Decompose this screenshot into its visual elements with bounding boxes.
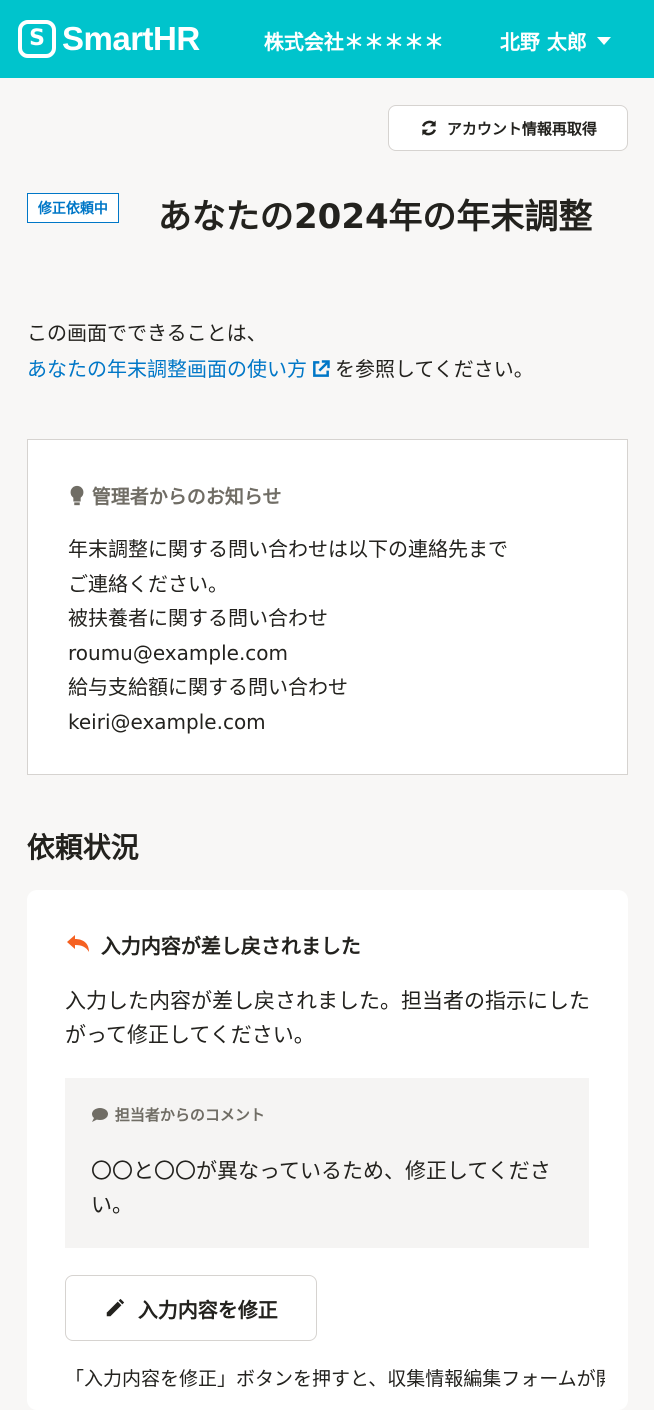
help-link[interactable]: あなたの年末調整画面の使い方 bbox=[27, 357, 307, 381]
user-menu[interactable]: 北野 太郎 bbox=[500, 26, 611, 55]
admin-notice-panel: 管理者からのお知らせ 年末調整に関する問い合わせは以下の連絡先まで ご連絡くださ… bbox=[27, 439, 628, 775]
manager-comment-box: 担当者からのコメント 〇〇と〇〇が異なっているため、修正してください。 bbox=[65, 1078, 589, 1248]
comment-heading: 担当者からのコメント bbox=[91, 1104, 265, 1125]
notice-email: roumu@example.com bbox=[68, 640, 289, 665]
card-heading-label: 入力内容が差し戻されました bbox=[101, 934, 361, 958]
refresh-account-button[interactable]: アカウント情報再取得 bbox=[388, 105, 628, 151]
intro-after-link: を参照してください。 bbox=[335, 357, 534, 381]
smarthr-logo[interactable]: S SmartHR bbox=[18, 20, 200, 58]
notice-line: ご連絡ください。 bbox=[68, 571, 228, 596]
notice-email: keiri@example.com bbox=[68, 709, 266, 734]
notice-line: 被扶養者に関する問い合わせ bbox=[68, 606, 328, 630]
refresh-label: アカウント情報再取得 bbox=[446, 119, 597, 138]
comment-text: 〇〇と〇〇が異なっているため、修正してください。 bbox=[91, 1159, 551, 1217]
card-description: 入力した内容が差し戻されました。担当者の指示にしたがって修正してください。 bbox=[65, 989, 590, 1047]
notice-heading: 管理者からのお知らせ bbox=[68, 482, 282, 509]
user-name: 北野 太郎 bbox=[500, 30, 587, 54]
request-status-card: 入力内容が差し戻されました 入力した内容が差し戻されました。担当者の指示にしたが… bbox=[27, 890, 628, 1410]
notice-line: 年末調整に関する問い合わせは以下の連絡先まで bbox=[68, 537, 508, 561]
caret-down-icon bbox=[596, 36, 611, 45]
app-header: S SmartHR 株式会社＊＊＊＊＊ 北野 太郎 bbox=[0, 0, 654, 78]
comment-heading-label: 担当者からのコメント bbox=[115, 1106, 266, 1124]
logo-text: SmartHR bbox=[62, 20, 200, 57]
card-heading: 入力内容が差し戻されました bbox=[65, 930, 361, 959]
intro-line: この画面でできることは、 bbox=[27, 321, 267, 345]
edit-input-label: 入力内容を修正 bbox=[138, 1297, 278, 1322]
status-badge: 修正依頼中 bbox=[27, 193, 119, 223]
tenant-name[interactable]: 株式会社＊＊＊＊＊ bbox=[264, 26, 444, 55]
pencil-icon bbox=[106, 1298, 125, 1317]
undo-arrow-icon bbox=[67, 934, 89, 952]
intro-text: この画面でできることは、 あなたの年末調整画面の使い方 を参照してください。 bbox=[27, 315, 637, 387]
edit-input-button[interactable]: 入力内容を修正 bbox=[65, 1275, 317, 1341]
request-status-title: 依頼状況 bbox=[27, 831, 140, 864]
logo-mark: S bbox=[18, 20, 56, 58]
lightbulb-icon bbox=[70, 485, 84, 505]
card-footnote: 「入力内容を修正」ボタンを押すと、収集情報編集フォームが開 bbox=[65, 1368, 605, 1390]
refresh-icon bbox=[421, 120, 436, 136]
notice-heading-label: 管理者からのお知らせ bbox=[92, 486, 282, 508]
notice-body: 年末調整に関する問い合わせは以下の連絡先まで ご連絡ください。 被扶養者に関する… bbox=[68, 532, 508, 739]
page-title: あなたの2024年の年末調整 bbox=[158, 197, 593, 237]
speech-bubble-icon bbox=[92, 1107, 108, 1122]
external-link-icon[interactable] bbox=[311, 359, 331, 379]
notice-line: 給与支給額に関する問い合わせ bbox=[68, 675, 348, 699]
